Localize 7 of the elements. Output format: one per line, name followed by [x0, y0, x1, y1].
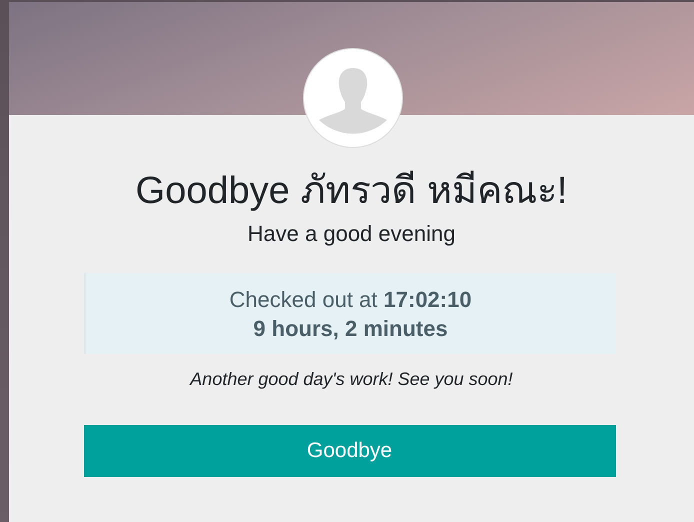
subtitle: Have a good evening	[248, 221, 456, 247]
farewell-message: Another good day's work! See you soon!	[190, 369, 513, 390]
greeting-title: Goodbye ภัทรวดี หมีคณะ!	[136, 169, 568, 214]
goodbye-button[interactable]: Goodbye	[84, 425, 616, 477]
checkout-time: Checked out at 17:02:10	[229, 286, 472, 314]
work-duration: 9 hours, 2 minutes	[253, 314, 448, 342]
avatar-icon	[303, 48, 403, 148]
